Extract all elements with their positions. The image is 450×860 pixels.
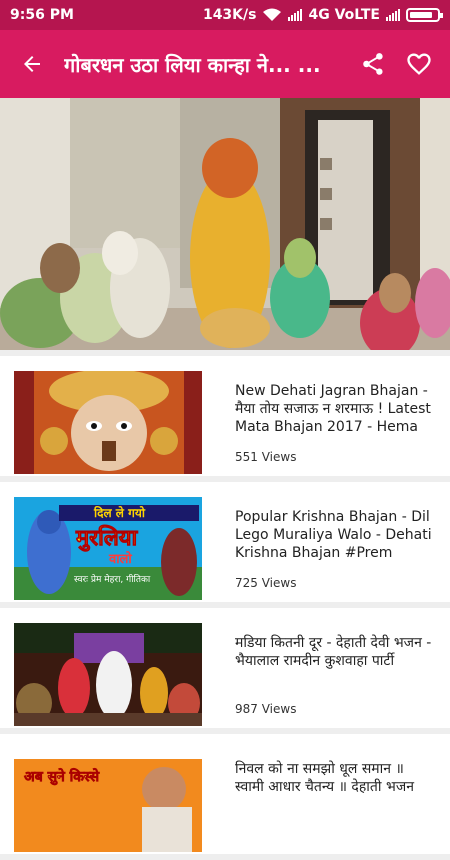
video-views: 725 Views	[235, 576, 297, 590]
favorite-button[interactable]	[396, 30, 442, 98]
video-list-item[interactable]: New Dehati Jagran Bhajan - मैया तोय सजाऊ…	[0, 356, 450, 476]
video-title: निवल को ना समझो धूल समान ॥ स्वामी आधार च…	[235, 761, 414, 795]
video-player[interactable]	[0, 98, 450, 350]
video-info: Popular Krishna Bhajan - Dil Lego Murali…	[235, 508, 435, 590]
share-button[interactable]	[350, 30, 396, 98]
video-title: New Dehati Jagran Bhajan - मैया तोय सजाऊ…	[235, 383, 431, 435]
video-thumbnail: दिल ले गयो मुरलिया वालो स्वरः प्रेम मेहर…	[14, 497, 202, 600]
arrow-left-icon	[24, 56, 40, 72]
status-time: 9:56 PM	[10, 7, 74, 23]
video-info: मडिया कितनी दूर - देहाती देवी भजन - भैया…	[235, 634, 435, 716]
video-frame-image	[0, 98, 450, 350]
app-bar: गोबरधन उठा लिया कान्हा ने... ...	[0, 30, 450, 98]
network-type: 4G VoLTE	[308, 7, 380, 23]
status-bar: 9:56 PM 143K/s 4G VoLTE	[0, 0, 450, 30]
thumbnail-text-4: स्वरः प्रेम मेहरा, गीतिका	[74, 573, 151, 585]
video-info: New Dehati Jagran Bhajan - मैया तोय सजाऊ…	[235, 382, 435, 464]
video-list-item[interactable]: अब सुने किस्से निवल को ना समझो धूल समान …	[0, 734, 450, 854]
video-info: निवल को ना समझो धूल समान ॥ स्वामी आधार च…	[235, 760, 435, 828]
back-button[interactable]	[0, 30, 64, 98]
network-speed: 143K/s	[202, 7, 257, 23]
battery-icon	[406, 8, 443, 22]
page-title: गोबरधन उठा लिया कान्हा ने... ...	[64, 52, 321, 77]
thumbnail-text-1: अब सुने किस्से	[24, 768, 100, 786]
video-title: Popular Krishna Bhajan - Dil Lego Murali…	[235, 509, 432, 561]
signal-icon	[288, 9, 303, 21]
video-thumbnail	[14, 371, 202, 474]
video-views: 551 Views	[235, 450, 297, 464]
video-title: मडिया कितनी दूर - देहाती देवी भजन - भैया…	[235, 635, 432, 669]
heart-outline-icon	[407, 53, 431, 75]
thumbnail-text-3: वालो	[108, 551, 132, 567]
share-icon	[363, 53, 383, 75]
wifi-icon	[263, 8, 282, 21]
video-thumbnail: अब सुने किस्से	[14, 749, 202, 852]
signal-icon-2	[386, 9, 400, 21]
video-list-item[interactable]: मडिया कितनी दूर - देहाती देवी भजन - भैया…	[0, 608, 450, 728]
thumbnail-text-1: दिल ले गयो	[93, 506, 146, 520]
thumbnail-text-2: मुरलिया	[75, 524, 139, 552]
video-list-item[interactable]: दिल ले गयो मुरलिया वालो स्वरः प्रेम मेहर…	[0, 482, 450, 602]
related-videos-list: New Dehati Jagran Bhajan - मैया तोय सजाऊ…	[0, 356, 450, 860]
video-thumbnail	[14, 623, 202, 726]
video-views: 987 Views	[235, 702, 297, 716]
